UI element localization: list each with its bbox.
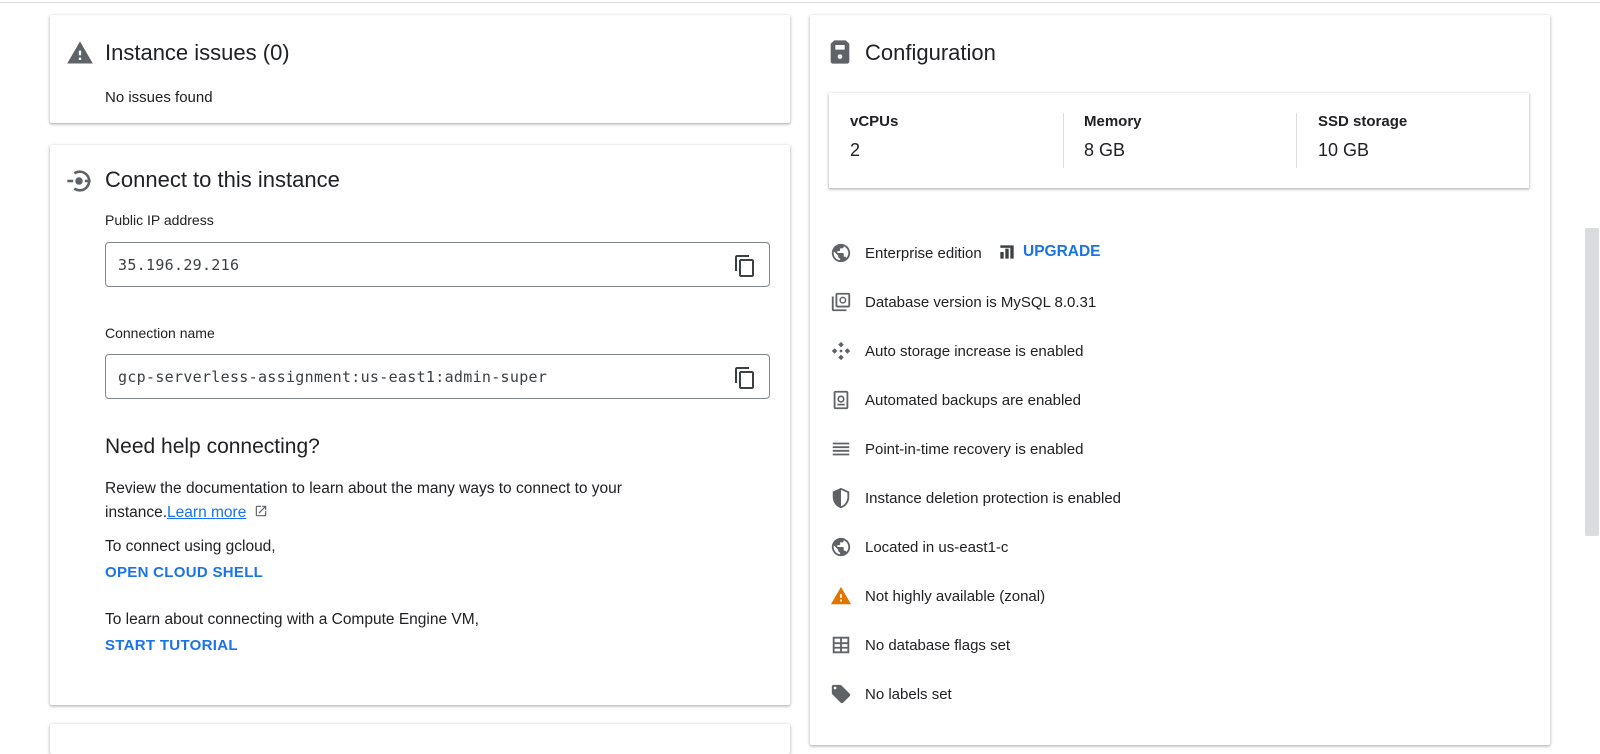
help-title: Need help connecting? [105,435,320,458]
backup-icon [833,390,849,410]
config-row-availability: Not highly available (zonal) [830,585,1510,609]
label-icon [831,684,851,704]
table-icon [832,636,850,654]
learn-more-link[interactable]: Learn more [167,504,246,521]
issues-message: No issues found [105,89,213,106]
help-paragraph: Review the documentation to learn about … [105,477,745,525]
copy-ip-icon[interactable] [733,254,757,278]
config-row-location: Located in us-east1-c [830,536,1510,560]
config-row-backups: Automated backups are enabled [830,389,1510,413]
connect-title: Connect to this instance [105,167,340,192]
ip-label: Public IP address [105,212,214,228]
stat-vcpus: vCPUs 2 [850,113,898,161]
config-row-deletion-protection: Instance deletion protection is enabled [830,487,1510,511]
connection-name-field[interactable]: gcp-serverless-assignment:us-east1:admin… [105,354,770,399]
config-row-db-version: Database version is MySQL 8.0.31 [830,291,1510,315]
vm-text: To learn about connecting with a Compute… [105,611,479,628]
config-row-auto-storage: Auto storage increase is enabled [830,340,1510,364]
warning-icon [830,586,852,605]
configuration-icon [830,40,850,64]
ip-value: 35.196.29.216 [118,256,240,274]
stats-panel: vCPUs 2 Memory 8 GB SSD storage 10 GB [829,93,1529,188]
conn-label: Connection name [105,325,215,341]
config-row-edition: Enterprise edition UPGRADE [830,242,1510,266]
upgrade-label: UPGRADE [1023,243,1101,260]
stat-divider [1296,113,1297,168]
upgrade-button[interactable]: UPGRADE [997,242,1101,262]
config-row-text: No database flags set [865,637,1011,654]
connection-name-value: gcp-serverless-assignment:us-east1:admin… [118,368,548,386]
config-row-text: Automated backups are enabled [865,392,1081,409]
config-row-text: Not highly available (zonal) [865,588,1046,605]
next-card [50,724,790,754]
stat-label: Memory [1084,113,1142,130]
config-row-text: Database version is MySQL 8.0.31 [865,294,1097,311]
config-row-text: Instance deletion protection is enabled [865,490,1122,507]
start-tutorial-button[interactable]: START TUTORIAL [105,637,238,654]
stat-ssd-storage: SSD storage 10 GB [1318,113,1407,161]
stat-label: vCPUs [850,113,899,130]
stat-value: 8 GB [1084,140,1126,160]
external-link-icon [255,505,266,517]
config-row-labels: No labels set [830,683,1510,707]
connect-card: Connect to this instance Public IP addre… [50,145,790,705]
scrollbar-thumb[interactable] [1585,228,1599,536]
help-text-1: Review the documentation to learn about … [105,480,622,497]
connect-icon [67,170,91,192]
stat-label: SSD storage [1318,113,1408,130]
warning-icon [67,41,93,64]
recovery-icon [832,442,850,456]
config-row-text: Located in us-east1-c [865,539,1009,556]
stat-memory: Memory 8 GB [1084,113,1142,161]
globe-icon [831,537,851,557]
stat-divider [1063,113,1064,168]
stat-value: 10 GB [1318,140,1370,160]
top-divider [0,2,1600,3]
database-version-icon [831,292,851,312]
config-row-text: Point-in-time recovery is enabled [865,441,1084,458]
auto-storage-icon [831,341,851,361]
shield-icon [832,487,850,509]
config-row-text: Enterprise edition [865,245,982,262]
globe-icon [831,243,851,263]
gcloud-text: To connect using gcloud, [105,538,276,555]
config-row-recovery: Point-in-time recovery is enabled [830,438,1510,462]
open-cloud-shell-button[interactable]: OPEN CLOUD SHELL [105,564,263,581]
stat-value: 2 [850,140,861,160]
config-row-text: No labels set [865,686,952,703]
config-row-text: Auto storage increase is enabled [865,343,1084,360]
instance-issues-card: Instance issues (0) No issues found [50,15,790,123]
upgrade-icon [1000,245,1014,259]
copy-connection-icon[interactable] [733,366,757,390]
help-text-2: instance. [105,504,168,521]
ip-field[interactable]: 35.196.29.216 [105,242,770,287]
config-row-flags: No database flags set [830,634,1510,658]
configuration-title: Configuration [865,40,996,65]
issues-title: Instance issues (0) [105,40,290,65]
